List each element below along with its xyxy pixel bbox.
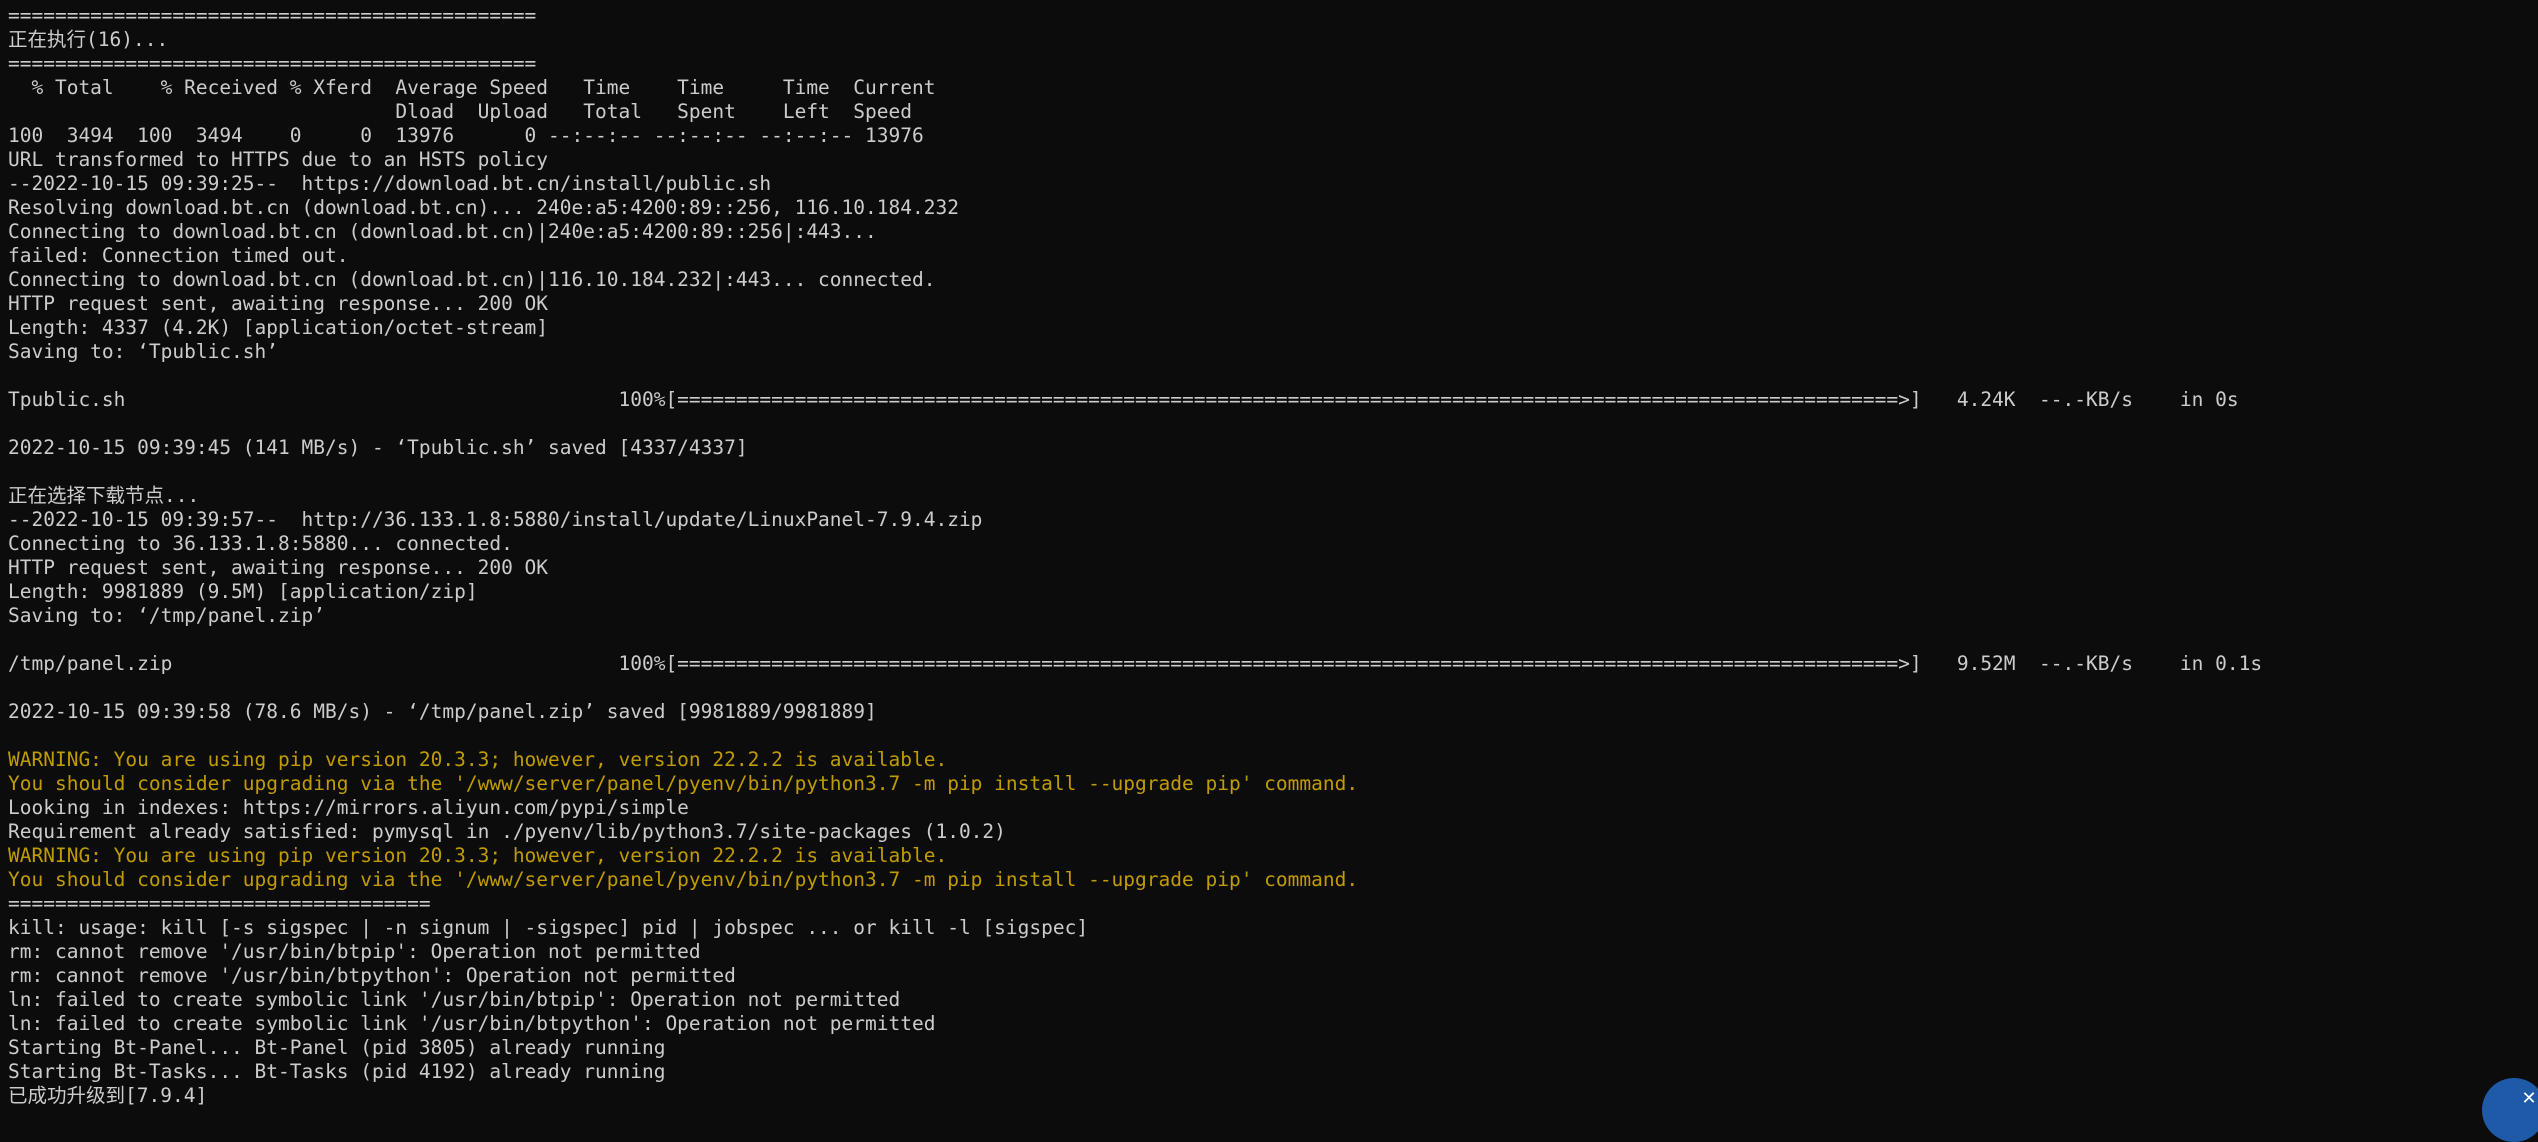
terminal-line: Connecting to 36.133.1.8:5880... connect…: [8, 532, 513, 555]
terminal-line: Dload Upload Total Spent Left Speed: [8, 100, 912, 123]
close-icon[interactable]: ✕: [2520, 1090, 2538, 1108]
terminal-line: Connecting to download.bt.cn (download.b…: [8, 220, 877, 243]
terminal-line: Length: 9981889 (9.5M) [application/zip]: [8, 580, 478, 603]
terminal-line: failed: Connection timed out.: [8, 244, 349, 267]
terminal-line: rm: cannot remove '/usr/bin/btpip': Oper…: [8, 940, 701, 963]
terminal-line: 100 3494 100 3494 0 0 13976 0 --:--:-- -…: [8, 124, 924, 147]
terminal-line: Resolving download.bt.cn (download.bt.cn…: [8, 196, 959, 219]
terminal-line: /tmp/panel.zip 100%[====================…: [8, 652, 2263, 675]
terminal-warning-line: WARNING: You are using pip version 20.3.…: [8, 844, 948, 867]
terminal-line: kill: usage: kill [-s sigspec | -n signu…: [8, 916, 1089, 939]
terminal-line: Starting Bt-Tasks... Bt-Tasks (pid 4192)…: [8, 1060, 666, 1083]
terminal-warning-line: WARNING: You are using pip version 20.3.…: [8, 748, 948, 771]
terminal-warning-line: You should consider upgrading via the '/…: [8, 868, 1359, 891]
terminal-line: Saving to: ‘Tpublic.sh’: [8, 340, 279, 363]
terminal-line: Tpublic.sh 100%[========================…: [8, 388, 2239, 411]
terminal-warning-line: You should consider upgrading via the '/…: [8, 772, 1359, 795]
terminal-line: ln: failed to create symbolic link '/usr…: [8, 1012, 936, 1035]
terminal-line: 已成功升级到[7.9.4]: [8, 1084, 208, 1107]
terminal-line: 2022-10-15 09:39:45 (141 MB/s) - ‘Tpubli…: [8, 436, 748, 459]
terminal-line: rm: cannot remove '/usr/bin/btpython': O…: [8, 964, 736, 987]
terminal-line: % Total % Received % Xferd Average Speed…: [8, 76, 936, 99]
terminal-line: --2022-10-15 09:39:57-- http://36.133.1.…: [8, 508, 983, 531]
terminal-line: URL transformed to HTTPS due to an HSTS …: [8, 148, 549, 171]
terminal-line: Length: 4337 (4.2K) [application/octet-s…: [8, 316, 549, 339]
terminal-line: 2022-10-15 09:39:58 (78.6 MB/s) - ‘/tmp/…: [8, 700, 877, 723]
terminal-line: 正在选择下载节点...: [8, 484, 200, 507]
terminal-line: ========================================…: [8, 52, 537, 75]
terminal-line: Saving to: ‘/tmp/panel.zip’: [8, 604, 325, 627]
terminal-line: Starting Bt-Panel... Bt-Panel (pid 3805)…: [8, 1036, 666, 1059]
terminal-line: ========================================…: [8, 4, 537, 27]
terminal-line: ln: failed to create symbolic link '/usr…: [8, 988, 901, 1011]
terminal-line: --2022-10-15 09:39:25-- https://download…: [8, 172, 772, 195]
terminal-line: Connecting to download.bt.cn (download.b…: [8, 268, 936, 291]
terminal-line: HTTP request sent, awaiting response... …: [8, 556, 549, 579]
terminal-line: Looking in indexes: https://mirrors.aliy…: [8, 796, 689, 819]
terminal-line: 正在执行(16)...: [8, 28, 169, 51]
terminal-line: ====================================: [8, 892, 431, 915]
terminal-output[interactable]: ========================================…: [0, 0, 2538, 1114]
terminal-line: Requirement already satisfied: pymysql i…: [8, 820, 1006, 843]
terminal-line: HTTP request sent, awaiting response... …: [8, 292, 549, 315]
